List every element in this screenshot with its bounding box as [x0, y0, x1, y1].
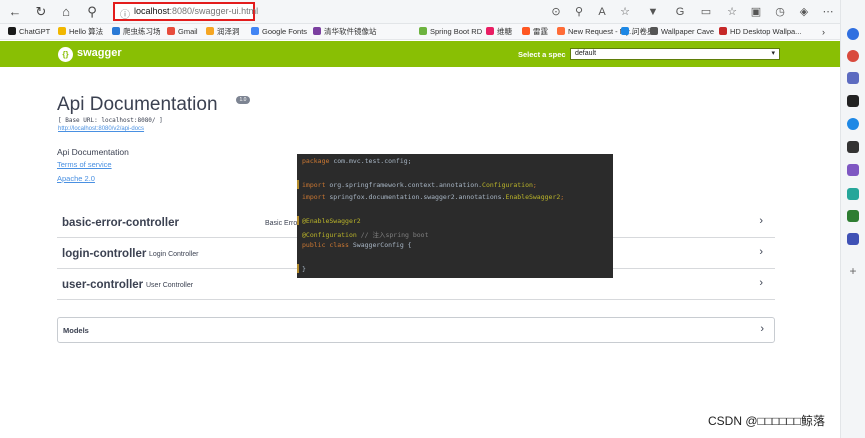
sidebar-app-icon[interactable] [847, 118, 859, 130]
controller-name: user-controller [62, 279, 144, 291]
api-docs-link[interactable]: http://localhost:8080/v2/api-docs [58, 126, 144, 132]
refresh-icon[interactable]: ↻ [32, 3, 50, 21]
bookmark-favicon [557, 27, 565, 35]
models-label: Models [63, 326, 89, 335]
bookmark-favicon [313, 27, 321, 35]
swagger-logo-text: swagger [77, 47, 122, 59]
sidebar-app-icon[interactable] [847, 210, 859, 222]
copilot-icon[interactable]: ◈ [796, 4, 812, 20]
bookmark-item[interactable]: Google Fonts [251, 26, 307, 38]
swagger-header: {} swagger Select a spec default ▾ [0, 41, 840, 67]
bookmark-item[interactable]: HD Desktop Wallpa... [719, 26, 801, 38]
extension-g-icon[interactable]: G [672, 4, 688, 20]
chevron-right-icon[interactable]: › [759, 215, 763, 227]
code-gutter-marker [297, 264, 299, 273]
code-line: import springfox.documentation.swagger2.… [302, 193, 565, 201]
bookmark-item[interactable]: 润泽洞 [206, 26, 240, 38]
chevron-right-icon[interactable]: › [759, 277, 763, 289]
zoom-icon[interactable]: ⚲ [571, 4, 587, 20]
bookmark-favicon [251, 27, 259, 35]
sidebar-app-icon[interactable] [847, 95, 859, 107]
sidebar-app-icon[interactable] [847, 233, 859, 245]
controller-description: Login Controller [149, 251, 199, 258]
terms-of-service-link[interactable]: Terms of service [57, 160, 112, 169]
chevron-right-icon[interactable]: › [760, 323, 764, 335]
bookmark-item[interactable]: Hello 算法 [58, 26, 103, 38]
bookmark-item[interactable]: ChatGPT [8, 26, 50, 38]
bookmarks-overflow-icon[interactable]: › [822, 26, 825, 38]
bookmark-item[interactable]: Spring Boot RD [419, 26, 482, 38]
version-badge: 1.0 [236, 96, 250, 104]
api-description: Api Documentation [57, 147, 129, 157]
browser-window: ← ↻ ⌂ ⚲ ⓘ localhost:8080/swagger-ui.html… [0, 0, 865, 438]
sidebar-app-icon[interactable] [847, 164, 859, 176]
bookmarks-bar: ChatGPT Hello 算法 爬虫练习场 Gmail 润泽洞 Google … [0, 24, 840, 40]
swagger-logo-icon: {} [58, 47, 73, 62]
code-snippet: package com.mvc.test.config; import org.… [297, 154, 613, 278]
chevron-right-icon[interactable]: › [759, 246, 763, 258]
controller-name: login-controller [62, 248, 147, 260]
address-url: localhost:8080/swagger-ui.html [134, 6, 259, 16]
bookmark-item[interactable]: 清华软件镜像站 [313, 26, 377, 38]
spec-select[interactable]: default ▾ [570, 48, 780, 60]
bookmark-favicon [719, 27, 727, 35]
bookmark-favicon [650, 27, 658, 35]
controller-description: User Controller [146, 282, 194, 289]
code-line: package com.mvc.test.config; [302, 157, 412, 165]
bookmark-favicon [522, 27, 530, 35]
spec-value: default [575, 50, 597, 57]
spec-label: Select a spec [518, 50, 566, 59]
bookmark-favicon [112, 27, 120, 35]
bookmark-item[interactable]: Gmail [167, 26, 198, 38]
collections-icon[interactable]: ▣ [748, 4, 764, 20]
controller-name: basic-error-controller [62, 217, 179, 229]
sidebar-k-icon[interactable] [847, 50, 859, 62]
back-icon[interactable]: ← [6, 3, 24, 21]
code-line: @EnableSwagger2 [302, 217, 361, 225]
code-line: } [302, 265, 306, 273]
bookmark-favicon [206, 27, 214, 35]
page-title: Api Documentation [57, 94, 218, 115]
add-icon[interactable]: + [847, 265, 859, 277]
watermark: CSDN @□□□□□□鲸落 [708, 414, 826, 428]
home-icon[interactable]: ⌂ [57, 3, 75, 21]
info-icon: ⓘ [120, 10, 130, 21]
code-gutter-marker [297, 216, 299, 225]
bookmark-item[interactable]: 爬虫练习场 [112, 26, 161, 38]
code-line: @Configuration // 注入spring boot [302, 231, 429, 239]
base-url: [ Base URL: localhost:8080/ ] [58, 117, 163, 124]
sidebar-app-icon[interactable] [847, 141, 859, 153]
more-menu-icon[interactable]: ⋯ [820, 4, 836, 20]
bookmark-favicon [58, 27, 66, 35]
address-bar[interactable]: ⓘ localhost:8080/swagger-ui.html [113, 2, 259, 21]
sidebar-app-icon[interactable] [847, 72, 859, 84]
chevron-down-icon: ▾ [771, 50, 775, 57]
code-line: public class SwaggerConfig { [302, 241, 412, 249]
extension-icon[interactable]: ▼ [645, 4, 661, 20]
split-screen-icon[interactable]: ▭ [698, 4, 714, 20]
translate-icon[interactable]: A [594, 4, 610, 20]
bookmark-favicon [167, 27, 175, 35]
bookmark-item[interactable]: Wallpaper Cave [650, 26, 714, 38]
sidebar-app-icon[interactable] [847, 188, 859, 200]
browser-toolbar: ← ↻ ⌂ ⚲ ⓘ localhost:8080/swagger-ui.html… [0, 0, 865, 24]
read-aloud-icon[interactable]: ⊙ [548, 4, 564, 20]
code-gutter-marker [297, 180, 299, 189]
bookmark-item[interactable]: 雷霆 [522, 26, 548, 38]
models-section[interactable]: Models › [57, 317, 775, 343]
bookmark-favicon [486, 27, 494, 35]
bookmark-favicon [419, 27, 427, 35]
bookmark-favicon [8, 27, 16, 35]
favorite-star-icon[interactable]: ☆ [617, 4, 633, 20]
bookmark-item[interactable]: 维糖 [486, 26, 512, 38]
history-icon[interactable]: ◷ [772, 4, 788, 20]
sidebar-search-icon[interactable] [847, 28, 859, 40]
bookmark-favicon [621, 27, 629, 35]
browser-sidebar: + [840, 0, 865, 438]
favorites-icon[interactable]: ☆ [724, 4, 740, 20]
license-link[interactable]: Apache 2.0 [57, 174, 95, 183]
code-line: import org.springframework.context.annot… [302, 181, 537, 189]
search-icon[interactable]: ⚲ [83, 3, 101, 21]
